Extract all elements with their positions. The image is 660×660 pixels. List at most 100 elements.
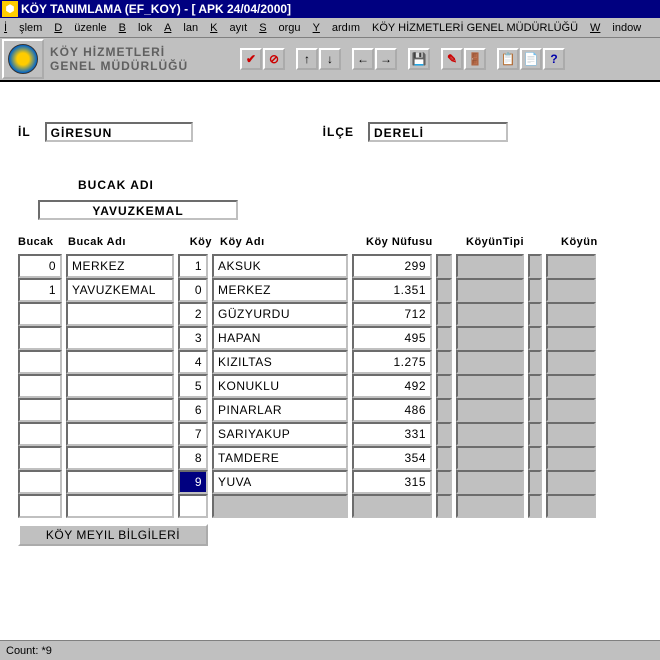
up-button[interactable]: ↑	[296, 48, 318, 70]
menu-khgm[interactable]: KÖY HİZMETLERİ GENEL MÜDÜRLÜĞÜ	[372, 22, 578, 34]
bucak-adi-cell[interactable]	[66, 422, 174, 446]
nufus-cell[interactable]: 331	[352, 422, 432, 446]
tipi-cell[interactable]	[456, 398, 524, 422]
menu-islem[interactable]: İşlem	[4, 22, 42, 34]
koy-cell[interactable]: 1	[178, 254, 208, 278]
koy-cell[interactable]: 2	[178, 302, 208, 326]
menu-sorgu[interactable]: Sorgu	[259, 22, 300, 34]
bucak-cell[interactable]	[18, 422, 62, 446]
bucak-adi-cell[interactable]	[66, 446, 174, 470]
bucak-adi-cell[interactable]	[66, 398, 174, 422]
koyun-cell[interactable]	[546, 398, 596, 422]
koyun-code-cell[interactable]	[528, 422, 542, 446]
koy-adi-cell[interactable]: KONUKLU	[212, 374, 348, 398]
koy-cell[interactable]: 5	[178, 374, 208, 398]
bucak-cell[interactable]	[18, 374, 62, 398]
tipi-code-cell[interactable]	[436, 374, 452, 398]
tipi-cell[interactable]	[456, 326, 524, 350]
koyun-cell[interactable]	[546, 350, 596, 374]
koy-cell[interactable]: 4	[178, 350, 208, 374]
tipi-code-cell[interactable]	[436, 254, 452, 278]
koyun-cell[interactable]	[546, 278, 596, 302]
bucak-cell[interactable]: 1	[18, 278, 62, 302]
tipi-code-cell[interactable]	[436, 350, 452, 374]
tipi-code-cell[interactable]	[436, 494, 452, 518]
nufus-cell[interactable]: 486	[352, 398, 432, 422]
koyun-cell[interactable]	[546, 302, 596, 326]
tipi-code-cell[interactable]	[436, 326, 452, 350]
koy-adi-cell[interactable]: AKSUK	[212, 254, 348, 278]
koyun-code-cell[interactable]	[528, 350, 542, 374]
koy-adi-cell[interactable]: MERKEZ	[212, 278, 348, 302]
cancel-button[interactable]: ⊘	[263, 48, 285, 70]
koyun-code-cell[interactable]	[528, 470, 542, 494]
help-button[interactable]: ?	[543, 48, 565, 70]
nufus-cell[interactable]: 1.351	[352, 278, 432, 302]
bucak-adi-cell[interactable]	[66, 494, 174, 518]
bucak-adi-cell[interactable]: YAVUZKEMAL	[66, 278, 174, 302]
bucak-adi-cell[interactable]	[66, 350, 174, 374]
koy-cell[interactable]: 3	[178, 326, 208, 350]
koyun-code-cell[interactable]	[528, 278, 542, 302]
koy-adi-cell[interactable]: SARIYAKUP	[212, 422, 348, 446]
bucak-cell[interactable]	[18, 494, 62, 518]
koy-adi-cell[interactable]: HAPAN	[212, 326, 348, 350]
koyun-cell[interactable]	[546, 446, 596, 470]
koyun-code-cell[interactable]	[528, 326, 542, 350]
menu-kayit[interactable]: Kayıt	[210, 22, 247, 34]
tipi-cell[interactable]	[456, 374, 524, 398]
koyun-cell[interactable]	[546, 254, 596, 278]
menu-duzenle[interactable]: Düzenle	[54, 22, 106, 34]
nufus-cell[interactable]: 492	[352, 374, 432, 398]
koyun-code-cell[interactable]	[528, 494, 542, 518]
tipi-cell[interactable]	[456, 446, 524, 470]
tipi-code-cell[interactable]	[436, 278, 452, 302]
il-field[interactable]: GİRESUN	[45, 122, 193, 142]
tipi-cell[interactable]	[456, 350, 524, 374]
bucak-cell[interactable]	[18, 302, 62, 326]
nufus-cell[interactable]: 1.275	[352, 350, 432, 374]
paste-button[interactable]: 📄	[520, 48, 542, 70]
check-button[interactable]: ✔	[240, 48, 262, 70]
tipi-cell[interactable]	[456, 470, 524, 494]
right-button[interactable]: →	[375, 48, 397, 70]
koy-cell[interactable]: 9	[178, 470, 208, 494]
bucak-cell[interactable]	[18, 470, 62, 494]
bucak-adi-cell[interactable]	[66, 326, 174, 350]
koy-adi-cell[interactable]: PINARLAR	[212, 398, 348, 422]
tipi-code-cell[interactable]	[436, 446, 452, 470]
koy-adi-cell[interactable]: TAMDERE	[212, 446, 348, 470]
koy-cell[interactable]: 8	[178, 446, 208, 470]
nufus-cell[interactable]: 354	[352, 446, 432, 470]
exit-button[interactable]: 🚪	[464, 48, 486, 70]
bucak-cell[interactable]	[18, 350, 62, 374]
koyun-cell[interactable]	[546, 494, 596, 518]
nufus-cell[interactable]: 299	[352, 254, 432, 278]
koy-adi-cell[interactable]	[212, 494, 348, 518]
tipi-cell[interactable]	[456, 278, 524, 302]
koyun-cell[interactable]	[546, 326, 596, 350]
koyun-code-cell[interactable]	[528, 398, 542, 422]
koy-cell[interactable]: 7	[178, 422, 208, 446]
menu-window[interactable]: Window	[590, 22, 641, 34]
koy-cell[interactable]	[178, 494, 208, 518]
bucak-adi-cell[interactable]: MERKEZ	[66, 254, 174, 278]
ilce-field[interactable]: DERELİ	[368, 122, 508, 142]
bucak-adi-cell[interactable]	[66, 374, 174, 398]
koy-adi-cell[interactable]: KIZILTAS	[212, 350, 348, 374]
copy-button[interactable]: 📋	[497, 48, 519, 70]
tipi-cell[interactable]	[456, 302, 524, 326]
tipi-cell[interactable]	[456, 422, 524, 446]
save-button[interactable]: 💾	[408, 48, 430, 70]
logo-button[interactable]	[2, 39, 44, 79]
bucak-adi-cell[interactable]	[66, 470, 174, 494]
tipi-code-cell[interactable]	[436, 470, 452, 494]
bucak-cell[interactable]	[18, 398, 62, 422]
koy-cell[interactable]: 6	[178, 398, 208, 422]
koyun-cell[interactable]	[546, 470, 596, 494]
menu-alan[interactable]: Alan	[164, 22, 198, 34]
nufus-cell[interactable]: 315	[352, 470, 432, 494]
nufus-cell[interactable]: 495	[352, 326, 432, 350]
koy-meyil-button[interactable]: KÖY MEYIL BİLGİLERİ	[18, 524, 208, 546]
nufus-cell[interactable]	[352, 494, 432, 518]
